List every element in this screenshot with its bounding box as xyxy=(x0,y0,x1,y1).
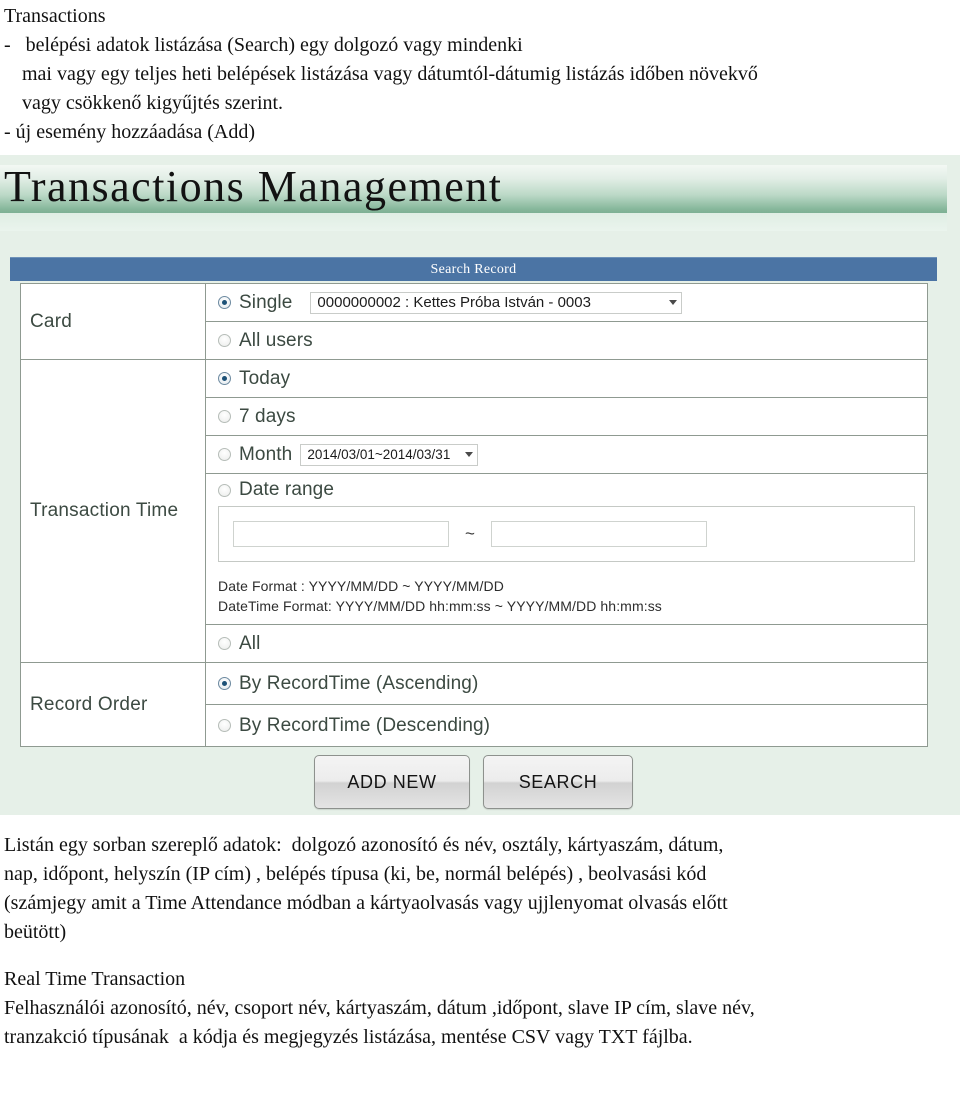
outro-text-block: Listán egy sorban szereplő adatok: dolgo… xyxy=(0,815,960,1052)
row-label-transaction-time: Transaction Time xyxy=(20,359,206,663)
chevron-down-icon-month-select xyxy=(465,452,474,457)
intro-line-3: vagy csökkenő kigyűjtés szerint. xyxy=(22,92,284,114)
row-label-record-order: Record Order xyxy=(20,662,206,747)
cell-order-ascending: By RecordTime (Ascending) xyxy=(205,662,928,705)
month-select-value: 2014/03/01~2014/03/31 xyxy=(307,447,451,462)
radio-icon-all-users[interactable] xyxy=(218,334,231,347)
outro2-line-1: Felhasználói azonosító, név, csoport név… xyxy=(4,997,755,1019)
outro-line-2: nap, időpont, helyszín (IP cím) , belépé… xyxy=(4,863,707,885)
option-label-month: Month xyxy=(239,443,293,465)
date-from-input[interactable] xyxy=(233,521,449,547)
outro-spacer xyxy=(4,947,960,965)
search-record-section-bar: Search Record xyxy=(10,257,937,281)
datetime-format-hint: DateTime Format: YYYY/MM/DD hh:mm:ss ~ Y… xyxy=(218,598,662,614)
option-label-today: Today xyxy=(239,367,291,389)
intro-text-block: Transactions - belépési adatok listázása… xyxy=(0,0,960,147)
chevron-down-icon-user-select xyxy=(669,300,678,305)
outro-line-3: (számjegy amit a Time Attendance módban … xyxy=(4,892,728,914)
table-row-order-ascending: Record Order By RecordTime (Ascending) xyxy=(20,662,928,747)
radio-icon-date-range[interactable] xyxy=(218,483,231,497)
option-label-single: Single xyxy=(239,291,293,313)
option-label-all-users: All users xyxy=(239,329,313,351)
intro-line-2: mai vagy egy teljes heti belépések listá… xyxy=(22,63,758,85)
radio-icon-month[interactable] xyxy=(218,448,231,461)
date-format-hint: Date Format : YYYY/MM/DD ~ YYYY/MM/DD xyxy=(218,578,504,594)
outro-heading-2: Real Time Transaction xyxy=(4,968,186,990)
radio-icon-descending[interactable] xyxy=(218,719,231,732)
date-range-separator: ~ xyxy=(465,524,475,543)
month-select-dropdown[interactable]: 2014/03/01~2014/03/31 xyxy=(300,443,479,466)
outro2-line-2: tranzakció típusának a kódja és megjegyz… xyxy=(4,1026,693,1048)
cell-time-today: Today xyxy=(205,359,928,398)
date-to-input[interactable] xyxy=(490,521,707,547)
user-select-value: 0000000002 : Kettes Próba István - 0003 xyxy=(317,294,591,311)
date-range-input-group: ~ xyxy=(218,506,915,562)
outro-line-1: Listán egy sorban szereplő adatok: dolgo… xyxy=(4,834,724,856)
outro-line-4: beütött) xyxy=(4,921,67,943)
option-label-descending: By RecordTime (Descending) xyxy=(239,714,491,736)
table-row-card-single: Card Single 0000000002 : Kettes Próba Is… xyxy=(20,283,928,360)
search-record-form-table: Card Single 0000000002 : Kettes Próba Is… xyxy=(20,283,928,747)
radio-icon-7-days[interactable] xyxy=(218,410,231,423)
cell-time-date-range: Date range ~ Date Format : YYYY/MM/DD ~ … xyxy=(205,473,928,625)
page-title: Transactions Management xyxy=(4,162,503,211)
option-label-all: All xyxy=(239,632,261,654)
radio-icon-today[interactable] xyxy=(218,372,231,385)
intro-line-1: - belépési adatok listázása (Search) egy… xyxy=(4,34,523,56)
option-label-7-days: 7 days xyxy=(239,405,296,427)
user-select-dropdown[interactable]: 0000000002 : Kettes Próba István - 0003 xyxy=(310,291,683,314)
radio-icon-all[interactable] xyxy=(218,637,231,650)
cell-time-month: Month 2014/03/01~2014/03/31 xyxy=(205,435,928,474)
table-row-time-today: Transaction Time Today xyxy=(20,359,928,663)
app-title-band-lower xyxy=(0,213,947,231)
form-action-buttons: ADD NEW SEARCH xyxy=(314,755,633,809)
intro-heading: Transactions xyxy=(4,5,106,27)
transactions-management-screenshot: Transactions Management Search Record Ca… xyxy=(0,155,960,815)
radio-icon-ascending[interactable] xyxy=(218,677,231,690)
option-label-ascending: By RecordTime (Ascending) xyxy=(239,672,479,694)
radio-icon-single[interactable] xyxy=(218,296,231,309)
cell-card-single: Single 0000000002 : Kettes Próba István … xyxy=(205,283,928,322)
row-label-card: Card xyxy=(20,283,206,360)
cell-card-all-users: All users xyxy=(205,321,928,360)
intro-line-4: - új esemény hozzáadása (Add) xyxy=(4,121,255,143)
cell-time-all: All xyxy=(205,624,928,663)
search-button[interactable]: SEARCH xyxy=(483,755,633,809)
cell-order-descending: By RecordTime (Descending) xyxy=(205,704,928,747)
option-label-date-range: Date range xyxy=(239,479,335,500)
cell-time-7days: 7 days xyxy=(205,397,928,436)
add-new-button[interactable]: ADD NEW xyxy=(314,755,470,809)
